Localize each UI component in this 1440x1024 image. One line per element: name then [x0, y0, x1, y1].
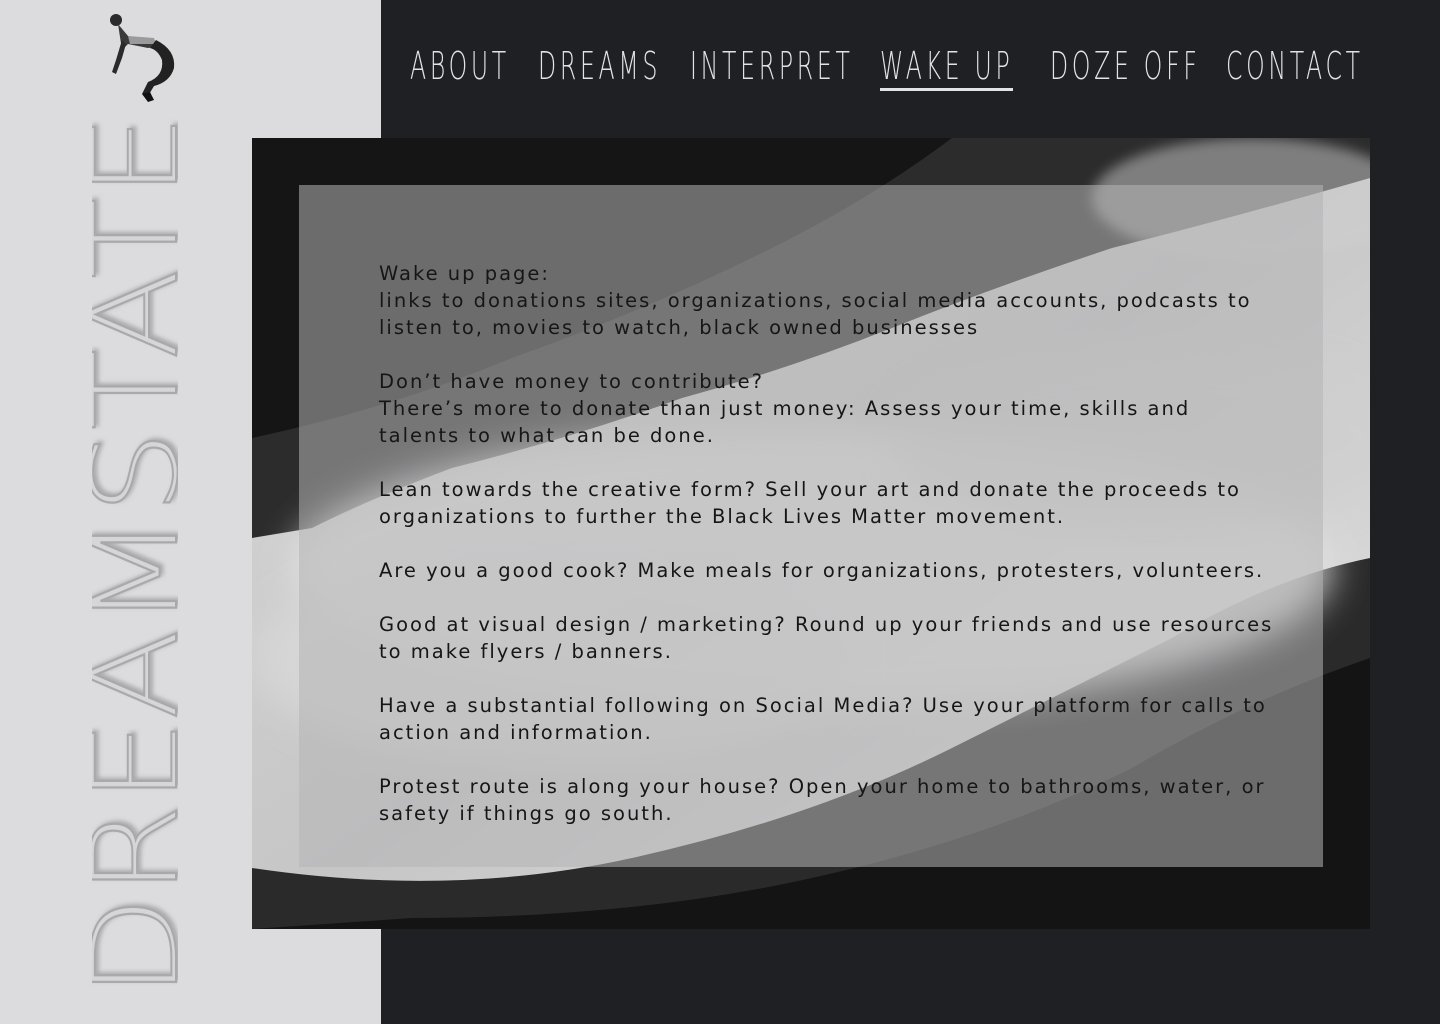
paragraph-protest: Protest route is along your house? Open …	[379, 775, 1266, 825]
nav-interpret[interactable]: Interpret	[690, 44, 854, 88]
brand-name: DREAMSTATE	[92, 114, 178, 998]
paragraph-social: Have a substantial following on Social M…	[379, 694, 1267, 744]
nav-wake-up[interactable]: Wake Up	[880, 44, 1013, 88]
nav-about[interactable]: About	[410, 44, 510, 88]
paragraph-design: Good at visual design / marketing? Round…	[379, 613, 1274, 663]
nav-contact[interactable]: Contact	[1226, 44, 1364, 88]
paragraph-intro: Wake up page: links to donations sites, …	[379, 262, 1252, 339]
nav-dreams[interactable]: Dreams	[538, 44, 661, 88]
paragraph-money: Don’t have money to contribute? There’s …	[379, 370, 1191, 447]
active-nav-underline	[880, 88, 1013, 91]
main-nav: About Dreams Interpret Wake Up Doze Off …	[0, 44, 1440, 104]
nav-doze-off[interactable]: Doze Off	[1050, 44, 1201, 88]
wake-up-content: Wake up page: links to donations sites, …	[379, 260, 1279, 854]
paragraph-cook: Are you a good cook? Make meals for orga…	[379, 559, 1265, 582]
paragraph-creative: Lean towards the creative form? Sell you…	[379, 478, 1241, 528]
dreamstate-logo: DREAMSTATE	[92, 113, 178, 999]
